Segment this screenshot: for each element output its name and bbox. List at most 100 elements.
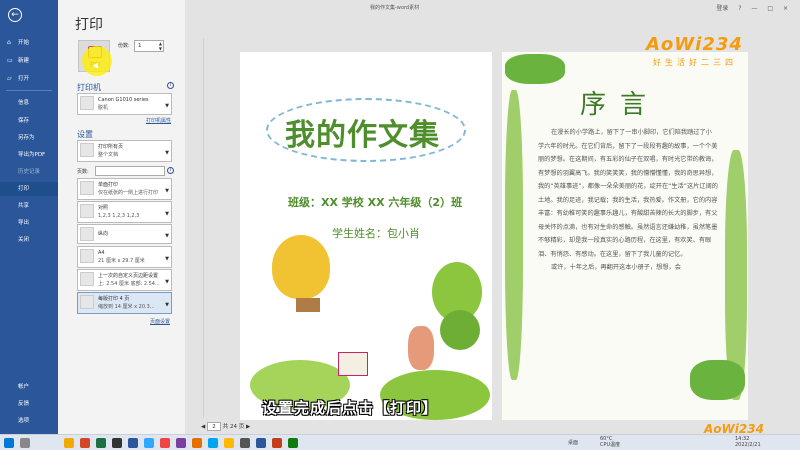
chevron-down-icon: ▼	[165, 256, 169, 262]
word-icon[interactable]	[256, 438, 266, 448]
sides-label: 单面打印	[98, 182, 119, 188]
app-icon[interactable]	[208, 438, 218, 448]
per-sheet-label: 每版打印 4 页	[98, 296, 130, 302]
pages-input[interactable]	[95, 166, 165, 176]
margins-detail: 上: 2.54 厘米 底部: 2.54...	[98, 281, 160, 287]
print-range-label: 打印所有页	[98, 144, 124, 150]
sidebar-item-save-as[interactable]: 另存为	[0, 131, 58, 145]
cover-title: 我的作文集	[285, 118, 440, 153]
page-title: 打印	[75, 17, 103, 33]
copies-stepper[interactable]: 1 ▲ ▼	[134, 40, 164, 52]
margins-icon	[80, 272, 94, 286]
vine-decoration	[505, 54, 565, 84]
document-title: 我的作文集-word素材	[370, 5, 420, 11]
pages-per-sheet-dropdown[interactable]: 每版打印 4 页 缩放到 14 厘米 x 20.3... ▼	[77, 292, 172, 314]
spin-arrows-icon[interactable]: ▲ ▼	[159, 41, 162, 51]
start-icon[interactable]	[4, 438, 14, 448]
explorer-icon[interactable]	[64, 438, 74, 448]
sides-dropdown[interactable]: 单面打印 仅在纸张的一侧上进行打印 ▼	[77, 178, 172, 200]
pages-icon	[80, 143, 94, 157]
sign-in-link[interactable]: 登录	[716, 5, 728, 12]
sidebar-divider	[6, 90, 52, 91]
sidebar-item-share[interactable]: 共享	[0, 199, 58, 213]
chevron-down-icon: ▼	[165, 233, 169, 240]
maximize-icon[interactable]: □	[767, 5, 773, 12]
sidebar-item-save[interactable]: 保存	[0, 114, 58, 128]
cpu-label: CPU温度	[600, 442, 621, 448]
next-page-icon[interactable]: ▶	[246, 424, 250, 430]
print-range-dropdown[interactable]: 打印所有页 整个文档 ▼	[77, 140, 172, 162]
sidebar-item-new[interactable]: ▭ 新建	[0, 54, 58, 68]
sidebar-item-history[interactable]: 历史记录	[0, 165, 58, 179]
children-illustration	[408, 326, 434, 370]
vine-decoration-corner	[690, 360, 745, 400]
app-icon[interactable]	[224, 438, 234, 448]
copies-label: 份数:	[118, 43, 130, 49]
desktop-label[interactable]: 桌面	[568, 440, 578, 446]
chevron-down-icon: ▼	[165, 103, 169, 109]
preface-body: 在漫长的小学路上，留下了一串小脚印，它们陪我踏过了小学六年的时光。在它们背后，留…	[538, 126, 718, 275]
info-icon[interactable]: i	[167, 167, 174, 174]
pages-label: 页数:	[77, 169, 89, 175]
sidebar-item-options[interactable]: 选项	[0, 414, 58, 428]
word-icon[interactable]	[128, 438, 138, 448]
sidebar-item-print[interactable]: 打印	[0, 182, 58, 196]
margins-label: 上一次的自定义页边距设置	[98, 273, 159, 279]
preface-paragraph-1: 在漫长的小学路上，留下了一串小脚印，它们陪我踏过了小学六年的时光。在它们背后，留…	[538, 129, 718, 258]
chevron-down-icon: ▼	[165, 150, 169, 156]
clock[interactable]: 14:32 2022/2/21	[735, 436, 761, 448]
preface-title: 序言	[580, 90, 661, 120]
app-icon[interactable]	[176, 438, 186, 448]
app-icon[interactable]	[272, 438, 282, 448]
sidebar-item-feedback[interactable]: 反馈	[0, 397, 58, 411]
sidebar-item-open[interactable]: ▱ 打开	[0, 72, 58, 86]
preview-divider	[203, 38, 204, 418]
info-icon[interactable]: i	[167, 82, 174, 89]
new-doc-icon: ▭	[7, 57, 13, 64]
corner-watermark-logo: AoWi234	[704, 422, 764, 436]
chevron-down-icon: ▼	[165, 211, 169, 217]
sidebar-item-account[interactable]: 帐户	[0, 380, 58, 394]
sidebar-item-info[interactable]: 信息	[0, 96, 58, 110]
sidebar-item-home[interactable]: ⌂ 开始	[0, 36, 58, 50]
collate-detail: 1,2,3 1,2,3 1,2,3	[98, 213, 140, 219]
clock-date: 2022/2/21	[735, 442, 761, 448]
bush-illustration	[440, 310, 480, 350]
sidebar-item-export[interactable]: 导出	[0, 216, 58, 230]
back-arrow-icon[interactable]: ←	[8, 8, 22, 22]
photoshop-icon[interactable]	[144, 438, 154, 448]
page-setup-link[interactable]: 页面设置	[150, 318, 170, 325]
orientation-dropdown[interactable]: 纵向 ▼	[77, 224, 172, 244]
app-icon[interactable]	[160, 438, 170, 448]
margins-dropdown[interactable]: 上一次的自定义页边距设置 上: 2.54 厘米 底部: 2.54... ▼	[77, 269, 172, 291]
orientation-label: 纵向	[98, 231, 109, 237]
app-icon[interactable]	[192, 438, 202, 448]
word-backstage-print: ← ⌂ 开始 ▭ 新建 ▱ 打开 信息 保存 另存为 导出为PDF 历史记录 打印 共…	[0, 0, 800, 434]
help-icon[interactable]: ?	[738, 5, 741, 12]
collate-icon	[80, 204, 94, 218]
sidebar-item-export-pdf[interactable]: 导出为PDF	[0, 148, 58, 162]
collate-dropdown[interactable]: 对照 1,2,3 1,2,3 1,2,3 ▼	[77, 201, 172, 223]
page-navigator: ◀ 2 共 24 页 ▶	[201, 422, 250, 431]
pages-per-sheet-icon	[80, 295, 94, 309]
printer-properties-link[interactable]: 打印机属性	[146, 117, 171, 124]
chevron-down-icon: ▼	[165, 188, 169, 194]
paper-size-dropdown[interactable]: A4 21 厘米 x 29.7 厘米 ▼	[77, 246, 172, 268]
app-icon[interactable]	[288, 438, 298, 448]
minimize-icon[interactable]: —	[751, 5, 757, 12]
click-highlight	[82, 46, 112, 76]
app-icon[interactable]	[112, 438, 122, 448]
watermark-logo: AoWi234	[646, 34, 743, 55]
close-icon[interactable]: ×	[783, 5, 788, 12]
powerpoint-icon[interactable]	[80, 438, 90, 448]
video-subtitle: 设置完成后点击【打印】	[262, 399, 439, 417]
app-icon[interactable]	[240, 438, 250, 448]
os-taskbar: 桌面 60°C CPU温度 14:32 2022/2/21	[0, 434, 800, 450]
current-page-input[interactable]: 2	[206, 422, 221, 431]
excel-icon[interactable]	[96, 438, 106, 448]
page-total: 共 24 页	[222, 424, 245, 430]
folder-icon: ▱	[7, 75, 12, 82]
printer-dropdown[interactable]: Canon G1010 series 脱机 ▼	[77, 93, 172, 115]
search-icon[interactable]	[20, 438, 30, 448]
sidebar-item-close[interactable]: 关闭	[0, 233, 58, 247]
